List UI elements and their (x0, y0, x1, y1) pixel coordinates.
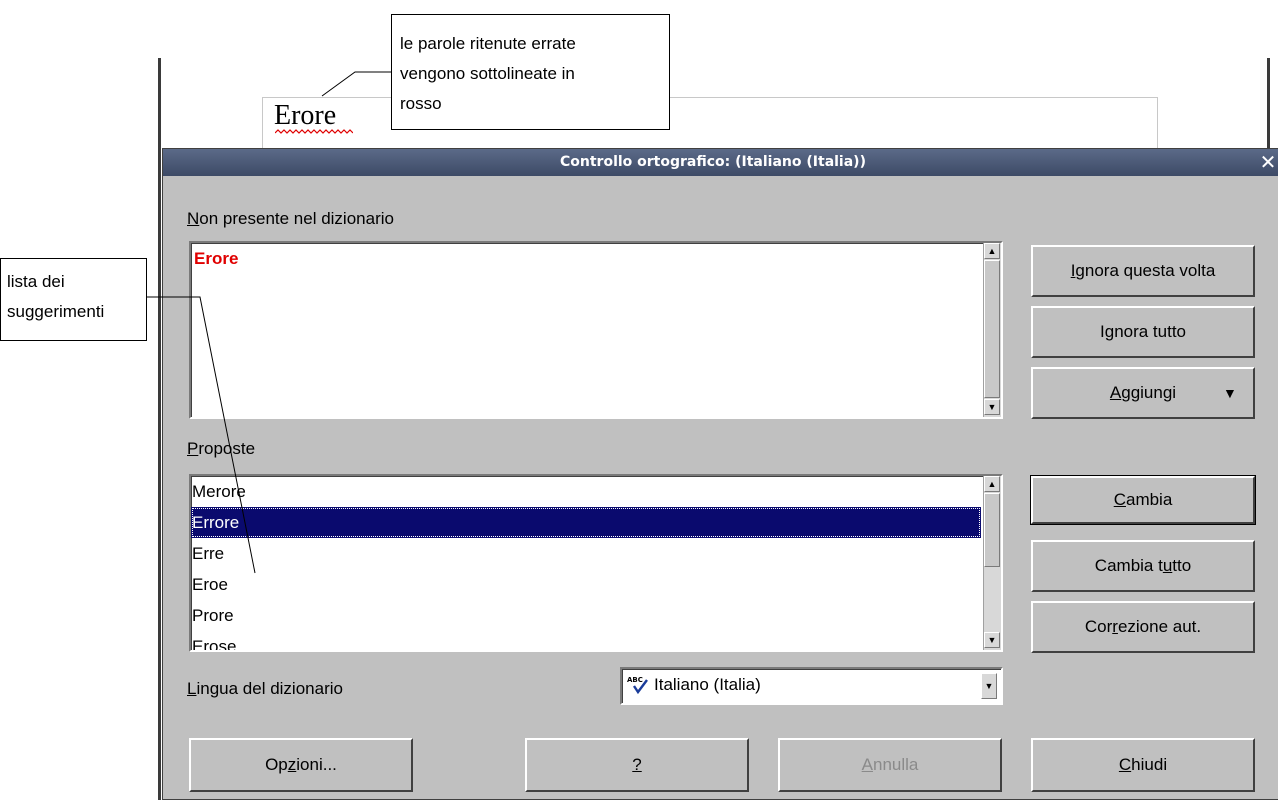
suggestion-item[interactable]: Merore (191, 476, 981, 507)
callout-line: vengono sottolineate in (400, 64, 575, 83)
suggestion-item[interactable]: Erose (191, 631, 981, 650)
options-button[interactable]: Opzioni... (189, 738, 413, 792)
callout-line: lista dei (7, 272, 65, 291)
misspelled-word-text: Erore (194, 249, 239, 268)
scroll-thumb[interactable] (984, 260, 1000, 398)
dialog-titlebar[interactable]: Controllo ortografico: (Italiano (Italia… (163, 149, 1278, 176)
add-button[interactable]: Aggiungi ▼ (1031, 367, 1255, 419)
close-icon[interactable]: ✕ (1257, 149, 1278, 176)
callout-line: suggerimenti (7, 302, 105, 321)
autocorrect-button[interactable]: Correzione aut. (1031, 601, 1255, 653)
help-button[interactable]: ? (525, 738, 749, 792)
red-squiggle-underline (275, 129, 353, 134)
language-value: Italiano (Italia) (654, 675, 761, 694)
dialog-title: Controllo ortografico: (Italiano (Italia… (560, 154, 866, 170)
undo-button[interactable]: Annulla (778, 738, 1002, 792)
suggestion-item[interactable]: Erre (191, 538, 981, 569)
scroll-down-icon[interactable]: ▼ (984, 399, 1000, 415)
language-label: Lingua del dizionario (187, 679, 343, 698)
callout-line: le parole ritenute errate (400, 34, 576, 53)
svg-text:ABC: ABC (627, 676, 643, 684)
suggestion-item[interactable]: Prore (191, 600, 981, 631)
scroll-up-icon[interactable]: ▲ (984, 243, 1000, 259)
textbox-scrollbar[interactable]: ▲ ▼ (983, 243, 1001, 417)
dropdown-arrow-icon[interactable]: ▼ (981, 673, 997, 699)
ignore-once-button[interactable]: Ignora questa volta (1031, 245, 1255, 297)
callout-line: rosso (400, 94, 442, 113)
language-select[interactable]: ABC Italiano (Italia) ▼ (620, 667, 1003, 705)
suggestions-list[interactable]: Merore Errore Erre Eroe Prore Erose ▲ ▼ (189, 474, 1003, 652)
spellcheck-dialog: Controllo ortografico: (Italiano (Italia… (162, 148, 1278, 800)
scroll-thumb[interactable] (984, 493, 1000, 567)
suggestions-label: Proposte (187, 439, 256, 458)
suggestions-callout: lista dei suggerimenti (0, 258, 147, 341)
suggestion-item-selected[interactable]: Errore (191, 507, 981, 538)
suggestions-scrollbar[interactable]: ▲ ▼ (983, 476, 1001, 650)
change-all-button[interactable]: Cambia tutto (1031, 540, 1255, 592)
scroll-down-icon[interactable]: ▼ (984, 632, 1000, 648)
change-button[interactable]: Cambia (1030, 475, 1256, 525)
underline-callout: le parole ritenute errate vengono sottol… (391, 14, 670, 130)
scroll-up-icon[interactable]: ▲ (984, 476, 1000, 492)
triangle-down-icon: ▼ (1223, 385, 1237, 401)
close-button[interactable]: Chiudi (1031, 738, 1255, 792)
abc-check-icon: ABC (626, 674, 650, 696)
not-in-dictionary-label: Non presente nel dizionario (187, 209, 394, 228)
ignore-all-button[interactable]: Ignora tutto (1031, 306, 1255, 358)
not-in-dictionary-textbox[interactable]: Erore ▲ ▼ (189, 241, 1003, 419)
suggestion-item[interactable]: Eroe (191, 569, 981, 600)
